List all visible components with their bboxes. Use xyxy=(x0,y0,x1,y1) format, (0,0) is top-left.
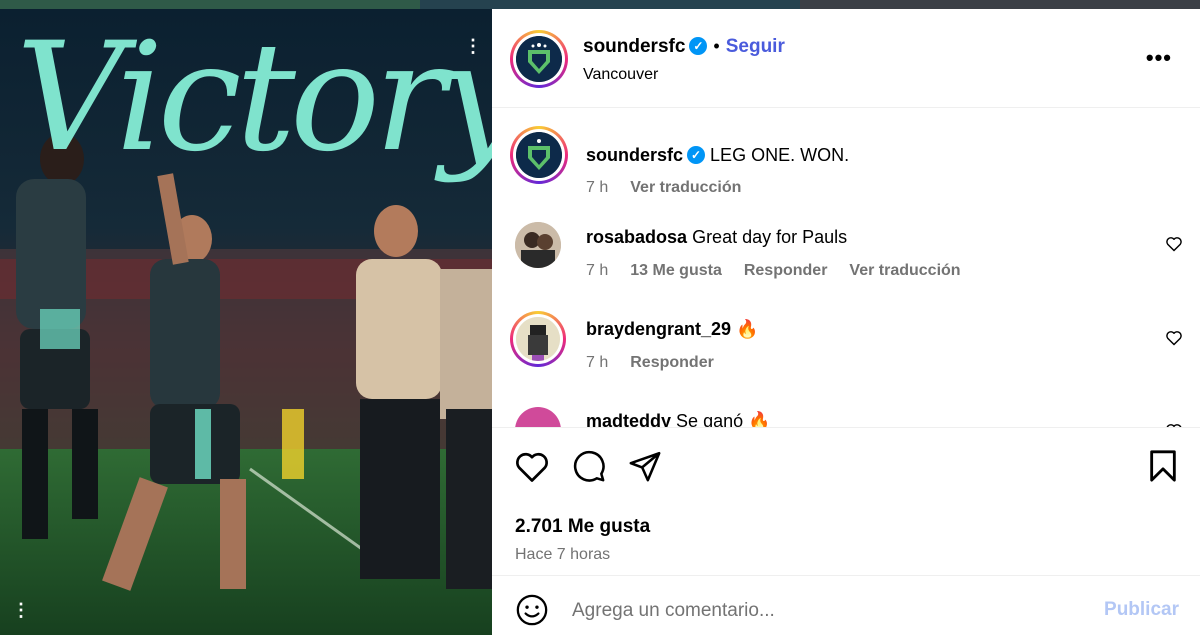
comment-body: Se ganó 🔥 xyxy=(676,411,771,427)
separator-dot: • xyxy=(713,36,720,56)
caption-body: LEG ONE. WON. xyxy=(710,145,850,165)
comment-body: 🔥 xyxy=(736,319,759,339)
sounders-crest-graphic xyxy=(516,132,562,178)
background-strip-segment xyxy=(420,0,800,9)
comment-icon[interactable] xyxy=(572,449,606,483)
comment-time[interactable]: 7 h xyxy=(586,354,608,371)
author-username[interactable]: soundersfc xyxy=(583,36,685,57)
comment-username[interactable]: rosabadosa xyxy=(586,227,687,247)
commenter-photo xyxy=(516,317,560,361)
author-line: soundersfc ✓ • Seguir xyxy=(583,36,785,58)
reply-button[interactable]: Responder xyxy=(744,262,828,279)
save-icon[interactable] xyxy=(1148,449,1178,483)
likes-count[interactable]: 2.701 Me gusta xyxy=(515,516,650,538)
like-icon[interactable] xyxy=(514,450,550,484)
comment-text: rosabadosa Great day for Pauls xyxy=(586,227,847,248)
more-options-icon[interactable]: ••• xyxy=(1146,45,1172,71)
sounders-crest-graphic xyxy=(516,36,562,82)
commenter-photo xyxy=(515,222,561,268)
comment-body: Great day for Pauls xyxy=(692,227,848,247)
commenter-avatar[interactable] xyxy=(515,222,561,268)
comments-list[interactable]: soundersfc ✓ LEG ONE. WON. 7 h Ver traducc… xyxy=(492,109,1200,427)
verified-badge-icon: ✓ xyxy=(687,146,706,164)
post-time[interactable]: Hace 7 horas xyxy=(515,546,610,564)
background-strip-segment xyxy=(800,0,1200,9)
follow-button[interactable]: Seguir xyxy=(726,36,785,57)
caption-time[interactable]: 7 h xyxy=(586,179,608,196)
image-title-text: Victory xyxy=(16,11,492,185)
share-icon[interactable] xyxy=(628,449,662,483)
commenter-photo-graphic xyxy=(516,317,560,361)
post-actions: 2.701 Me gusta Hace 7 horas xyxy=(492,427,1200,575)
emoji-icon[interactable] xyxy=(515,593,549,627)
sounders-logo-icon xyxy=(516,132,562,178)
caption-username[interactable]: soundersfc xyxy=(586,145,683,165)
comment-time[interactable]: 7 h xyxy=(586,262,608,279)
post-side-panel: soundersfc ✓ • Seguir Vancouver ••• sounder xyxy=(492,9,1200,635)
post-location[interactable]: Vancouver xyxy=(583,66,658,84)
background-strip-segment xyxy=(0,0,420,9)
caption-avatar[interactable] xyxy=(510,126,568,184)
commenter-avatar[interactable] xyxy=(510,311,566,367)
verified-badge-icon: ✓ xyxy=(689,37,708,55)
sounders-logo-icon xyxy=(516,36,562,82)
comment-meta: 7 h Responder xyxy=(586,354,736,372)
translate-link[interactable]: Ver traducción xyxy=(849,262,960,279)
comment-input[interactable]: Agrega un comentario... xyxy=(572,600,775,622)
reply-button[interactable]: Responder xyxy=(630,354,714,371)
author-avatar[interactable] xyxy=(510,30,568,88)
comment-text: braydengrant_29 🔥 xyxy=(586,319,759,340)
post-image[interactable]: Victory ⋮ ⋮ xyxy=(0,9,492,635)
comment-likes[interactable]: 13 Me gusta xyxy=(630,262,722,279)
caption-meta: 7 h Ver traducción xyxy=(586,179,763,197)
more-vertical-icon: ⋮ xyxy=(12,600,30,620)
comment-like-icon[interactable] xyxy=(1165,236,1183,252)
comment-composer: Agrega un comentario... Publicar xyxy=(492,575,1200,635)
publish-button[interactable]: Publicar xyxy=(1104,599,1179,621)
caption-text: soundersfc ✓ LEG ONE. WON. xyxy=(586,145,849,166)
commenter-avatar[interactable] xyxy=(515,407,561,427)
caption-translate-link[interactable]: Ver traducción xyxy=(630,179,741,196)
comment-text: madteddy Se ganó 🔥 xyxy=(586,411,771,427)
comment-username[interactable]: braydengrant_29 xyxy=(586,319,731,339)
comment-meta: 7 h 13 Me gusta Responder Ver traducción xyxy=(586,262,983,280)
comment-username[interactable]: madteddy xyxy=(586,411,671,427)
post-header: soundersfc ✓ • Seguir Vancouver ••• xyxy=(492,9,1200,108)
comment-like-icon[interactable] xyxy=(1165,330,1183,346)
background-strip xyxy=(0,0,1200,9)
more-vertical-icon: ⋮ xyxy=(464,36,482,56)
